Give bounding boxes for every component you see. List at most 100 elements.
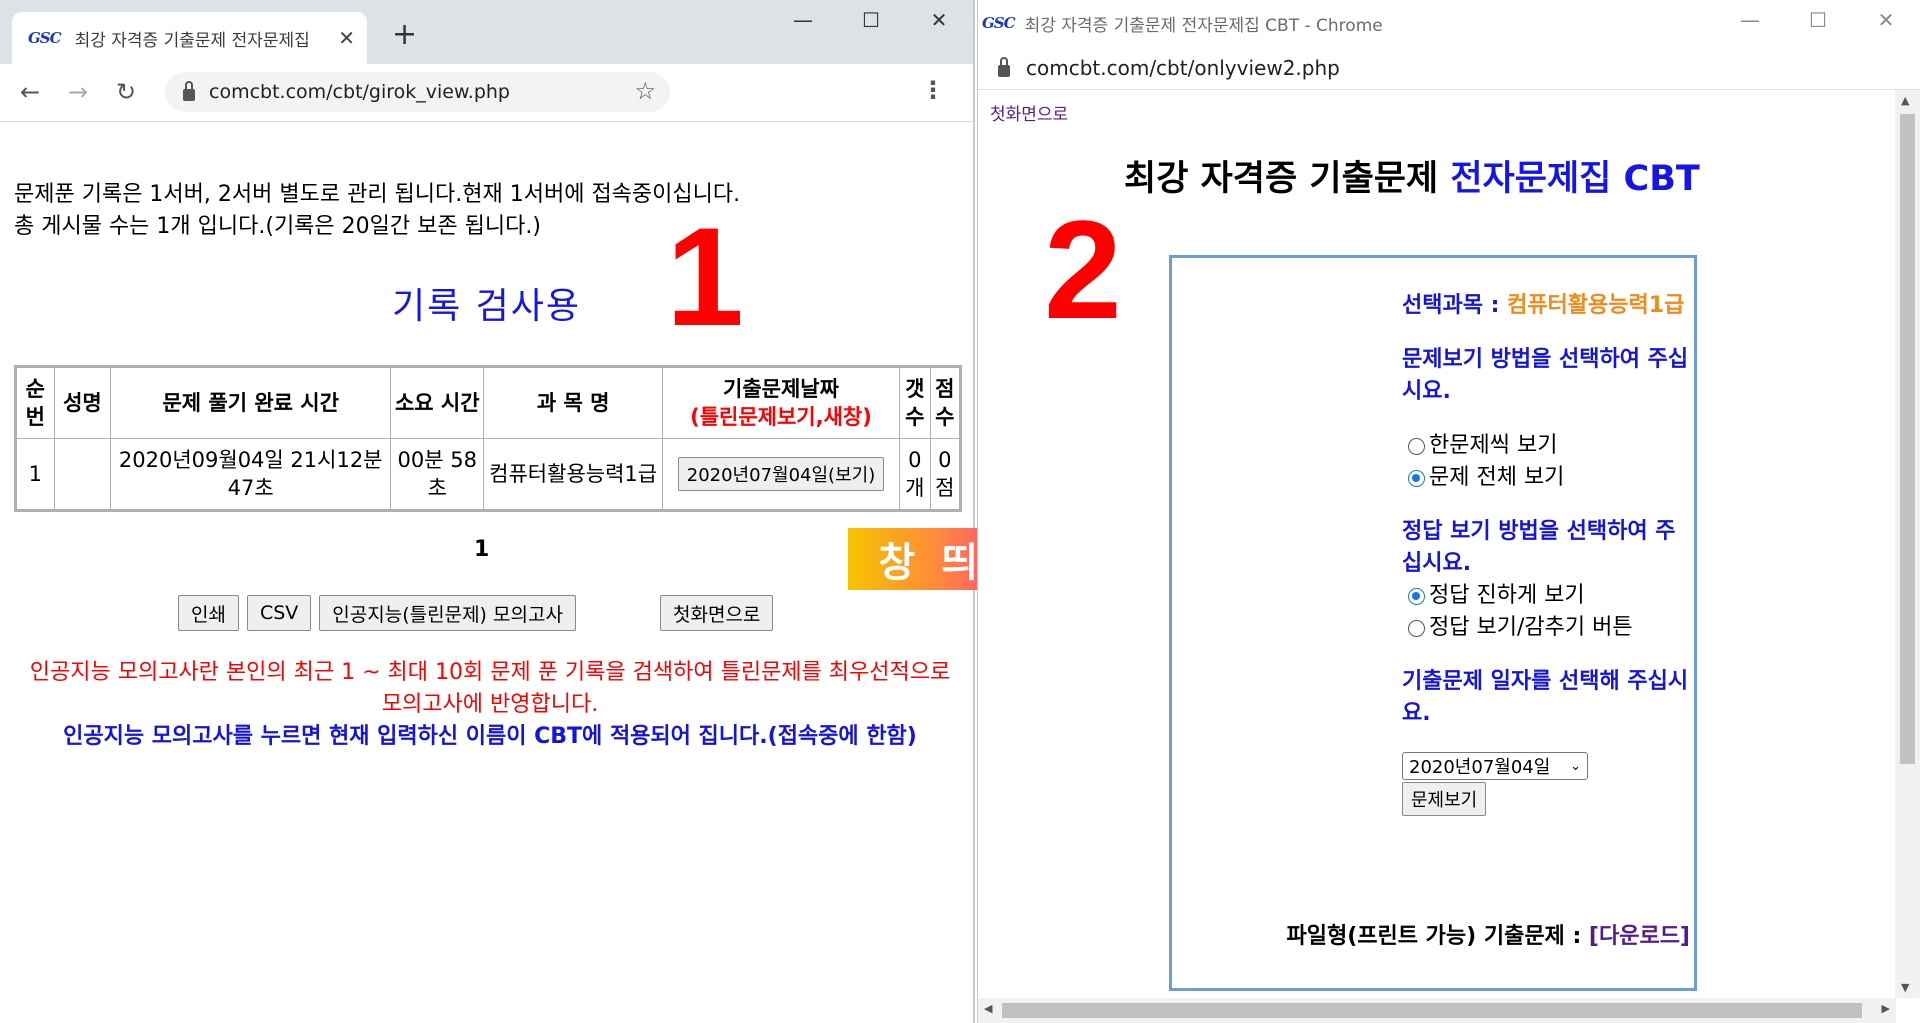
scroll-thumb[interactable] [1900,114,1915,764]
horizontal-scrollbar[interactable]: ◀ ▶ [978,998,1896,1023]
view-option-all[interactable]: 문제 전체 보기 [1408,462,1692,494]
star-icon[interactable]: ☆ [634,77,656,105]
vertical-scrollbar[interactable]: ▲ ▼ [1895,90,1920,998]
url-text: comcbt.com/cbt/onlyview2.php [1026,55,1340,80]
cell-score: 0점 [929,438,962,511]
browser-window-2: GSC 최강 자격증 기출문제 전자문제집 CBT - Chrome — ☐ ✕… [977,0,1920,1023]
home-button[interactable]: 첫화면으로 [660,595,774,631]
back-arrow-icon[interactable]: ← [20,78,40,106]
new-tab-button[interactable]: + [392,20,417,50]
reload-icon[interactable]: ↻ [116,78,136,106]
answer-option-bold[interactable]: 정답 진하게 보기 [1408,580,1692,612]
window-marker-1: 1 [666,198,744,355]
table-header-row: 순번 성명 문제 풀기 완료 시간 소요 시간 과 목 명 기출문제날짜 (틀린… [15,366,962,439]
view-exam-button[interactable]: 문제보기 [1402,782,1487,816]
view-option-single-label: 한문제씩 보기 [1429,433,1558,458]
cell-finish-time: 2020년09월04일 21시12분47초 [110,438,392,511]
window-controls: — ☐ ✕ [769,8,973,32]
table-row: 1 2020년09월04일 21시12분47초 00분 58초 컴퓨터활용능력1… [15,438,962,511]
view-option-all-label: 문제 전체 보기 [1429,465,1565,490]
minimize-icon[interactable]: — [769,8,837,32]
scroll-thumb-horizontal[interactable] [1002,1003,1862,1018]
download-row: 파일형(프린트 가능) 기출문제 : [다운로드] [1286,918,1690,950]
window-title: 최강 자격증 기출문제 전자문제집 CBT - Chrome [1024,15,1383,36]
window-titlebar: GSC 최강 자격증 기출문제 전자문제집 CBT - Chrome — ☐ ✕ [978,0,1920,46]
lock-icon [183,81,195,101]
title-blue: 전자문제집 CBT [1450,159,1700,199]
answer-option-toggle[interactable]: 정답 보기/감추기 버튼 [1408,612,1692,644]
info-line-1: 문제푼 기록은 1서버, 2서버 별도로 관리 됩니다.현재 1서버에 접속중이… [14,182,741,207]
page-content: 문제푼 기록은 1서버, 2서버 별도로 관리 됩니다.현재 1서버에 접속중이… [0,167,973,1023]
radio-icon[interactable] [1408,619,1425,637]
address-bar[interactable]: comcbt.com/cbt/girok_view.php ☆ [165,72,670,112]
page-title: 기록 검사용 [392,286,582,327]
subject-row: 선택과목 : 컴퓨터활용능력1급 [1402,290,1692,322]
file-label: 파일형(프린트 가능) 기출문제 : [1286,924,1589,949]
kebab-menu-icon[interactable]: ⋮ [921,76,945,104]
ai-exam-button[interactable]: 인공지능(틀린문제) 모의고사 [319,595,576,631]
ai-note-red: 인공지능 모의고사란 본인의 최근 1 ~ 최대 10회 문제 푼 기록을 검색… [29,660,951,717]
col-header-subject: 과 목 명 [483,366,663,439]
window-controls: — ☐ ✕ [1716,8,1920,32]
tab-close-icon[interactable]: ✕ [338,26,355,50]
view-method-options: 한문제씩 보기 문제 전체 보기 [1402,430,1692,494]
exam-date-note: (틀린문제보기,새창) [690,405,872,429]
ai-note-blue: 인공지능 모의고사를 누르면 현재 입력하신 이름이 CBT에 적용되어 집니다… [63,724,917,749]
answer-method-label: 정답 보기 방법을 선택하여 주십시요. [1402,519,1676,576]
col-header-name: 성명 [53,366,112,439]
print-button[interactable]: 인쇄 [178,595,239,631]
close-icon[interactable]: ✕ [1852,8,1920,32]
cell-count: 0개 [899,438,931,511]
download-link[interactable]: [다운로드] [1589,924,1690,949]
subject-value: 컴퓨터활용능력1급 [1507,293,1685,318]
cell-duration: 00분 58초 [390,438,485,511]
scroll-right-icon[interactable]: ▶ [1882,1002,1890,1015]
browser-toolbar: ← → ↻ comcbt.com/cbt/girok_view.php ☆ ⋮ [0,64,973,122]
exam-date-view-button[interactable]: 2020년07월04일(보기) [677,457,885,491]
scroll-up-icon[interactable]: ▲ [1901,94,1909,107]
cell-no: 1 [15,438,55,511]
col-header-score: 점수 [929,366,962,439]
view-option-single[interactable]: 한문제씩 보기 [1408,430,1692,462]
page-title: 최강 자격증 기출문제 전자문제집 CBT [1124,150,1700,201]
minimize-icon[interactable]: — [1716,8,1784,32]
gsc-favicon-icon: GSC [982,14,1016,32]
cell-exam-date: 2020년07월04일(보기) [661,438,901,511]
csv-button[interactable]: CSV [246,595,312,631]
answer-option-toggle-label: 정답 보기/감추기 버튼 [1429,615,1633,640]
radio-selected-icon[interactable] [1408,587,1425,605]
home-button-row: 첫화면으로 [660,595,781,631]
home-link[interactable]: 첫화면으로 [990,100,1068,125]
tab-strip: GSC 최강 자격증 기출문제 전자문제집 ✕ + — ☐ ✕ [0,0,973,64]
action-buttons: 인쇄 CSV 인공지능(틀린문제) 모의고사 [178,595,584,631]
record-table: 순번 성명 문제 풀기 완료 시간 소요 시간 과 목 명 기출문제날짜 (틀린… [14,365,962,512]
lock-icon [998,56,1010,77]
date-select-wrap: 2020년07월04일 ⌄ [1402,752,1692,780]
gsc-favicon-icon: GSC [28,29,62,47]
view-method-label: 문제보기 방법을 선택하여 주십시요. [1402,347,1689,404]
col-header-no: 순번 [15,366,55,439]
options-panel: 선택과목 : 컴퓨터활용능력1급 문제보기 방법을 선택하여 주십시요. 한문제… [1169,255,1697,991]
exam-date-select[interactable]: 2020년07월04일 ⌄ [1402,752,1588,780]
radio-icon[interactable] [1408,437,1425,455]
info-line-2: 총 게시물 수는 1개 입니다.(기록은 20일간 보존 됩니다.) [14,214,541,239]
options-column: 선택과목 : 컴퓨터활용능력1급 문제보기 방법을 선택하여 주십시요. 한문제… [1402,290,1692,816]
page-content: 첫화면으로 최강 자격증 기출문제 전자문제집 CBT 2 선택과목 : 컴퓨터… [978,90,1896,998]
close-icon[interactable]: ✕ [905,8,973,32]
forward-arrow-icon[interactable]: → [68,78,88,106]
address-bar[interactable]: comcbt.com/cbt/onlyview2.php [978,46,1920,90]
browser-tab[interactable]: GSC 최강 자격증 기출문제 전자문제집 ✕ [12,12,367,64]
url-text: comcbt.com/cbt/girok_view.php [209,81,510,103]
maximize-icon[interactable]: ☐ [1784,8,1852,32]
title-black: 최강 자격증 기출문제 [1124,159,1451,199]
tab-title: 최강 자격증 기출문제 전자문제집 [74,30,310,51]
maximize-icon[interactable]: ☐ [837,8,905,32]
exam-date-header: 기출문제날짜 [723,377,839,401]
cell-name [53,438,112,511]
subject-label: 선택과목 : [1402,293,1508,318]
scroll-left-icon[interactable]: ◀ [984,1002,992,1015]
radio-selected-icon[interactable] [1408,469,1425,487]
col-header-count: 갯수 [899,366,931,439]
scroll-down-icon[interactable]: ▼ [1901,981,1909,994]
page-number[interactable]: 1 [474,537,489,562]
